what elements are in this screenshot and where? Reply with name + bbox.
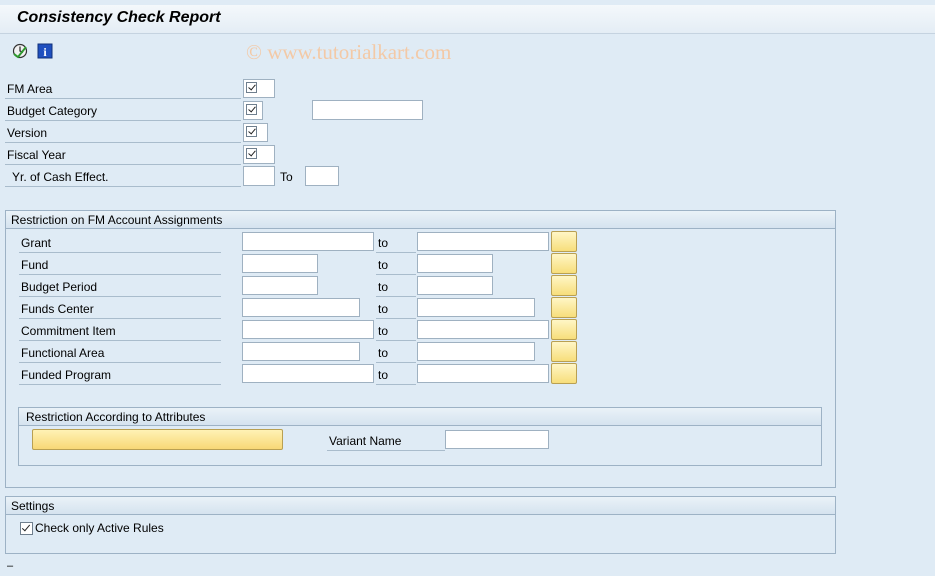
funds-center-multiple-selection-button[interactable] [551, 297, 577, 318]
fund-label: Fund [19, 254, 221, 275]
active-rules-label: Check only Active Rules [35, 521, 164, 535]
commitment-item-to-input[interactable] [417, 320, 549, 339]
funds-center-to-label: to [376, 298, 416, 319]
commitment-item-to-label: to [376, 320, 416, 341]
funded-program-from-input[interactable] [242, 364, 374, 383]
budget-category-label: Budget Category [5, 100, 241, 121]
fund-to-input[interactable] [417, 254, 493, 273]
grant-multiple-selection-button[interactable] [551, 231, 577, 252]
budget-period-from-input[interactable] [242, 276, 318, 295]
grant-from-input[interactable] [242, 232, 374, 251]
funded-program-to-label: to [376, 364, 416, 385]
footer-mark: – [7, 560, 14, 572]
grant-to-label: to [376, 232, 416, 253]
commitment-item-from-input[interactable] [242, 320, 374, 339]
budget-period-to-label: to [376, 276, 416, 297]
attributes-group-heading: Restriction According to Attributes [19, 408, 821, 426]
budget-category-text-field[interactable] [312, 100, 423, 120]
year-cash-effect-label: Yr. of Cash Effect. [5, 166, 241, 187]
functional-area-to-input[interactable] [417, 342, 535, 361]
budget-period-label: Budget Period [19, 276, 221, 297]
funded-program-label: Funded Program [19, 364, 221, 385]
info-icon[interactable]: i [37, 43, 53, 59]
budget-period-to-input[interactable] [417, 276, 493, 295]
funded-program-multiple-selection-button[interactable] [551, 363, 577, 384]
funds-center-label: Funds Center [19, 298, 221, 319]
execute-icon[interactable] [12, 43, 28, 59]
fiscal-year-checkbox[interactable] [243, 145, 275, 164]
functional-area-multiple-selection-button[interactable] [551, 341, 577, 362]
year-cash-effect-from-input[interactable] [243, 166, 275, 186]
fm-area-checkbox[interactable] [243, 79, 275, 98]
year-cash-effect-to-input[interactable] [305, 166, 339, 186]
commitment-item-multiple-selection-button[interactable] [551, 319, 577, 340]
fm-area-label: FM Area [5, 78, 241, 99]
fund-from-input[interactable] [242, 254, 318, 273]
version-label: Version [5, 122, 241, 143]
functional-area-from-input[interactable] [242, 342, 360, 361]
budget-period-multiple-selection-button[interactable] [551, 275, 577, 296]
settings-group-heading: Settings [6, 497, 835, 515]
fund-multiple-selection-button[interactable] [551, 253, 577, 274]
active-rules-checkbox[interactable] [20, 522, 33, 535]
variant-name-label: Variant Name [327, 430, 445, 451]
fiscal-year-label: Fiscal Year [5, 144, 241, 165]
grant-to-input[interactable] [417, 232, 549, 251]
version-checkbox[interactable] [243, 123, 268, 142]
funds-center-from-input[interactable] [242, 298, 360, 317]
commitment-item-label: Commitment Item [19, 320, 221, 341]
funded-program-to-input[interactable] [417, 364, 549, 383]
restriction-group-heading: Restriction on FM Account Assignments [6, 211, 835, 229]
fund-to-label: to [376, 254, 416, 275]
page-title: Consistency Check Report [17, 9, 221, 26]
budget-category-checkbox[interactable] [243, 101, 263, 120]
watermark: © www.tutorialkart.com [246, 40, 452, 64]
functional-area-to-label: to [376, 342, 416, 363]
functional-area-label: Functional Area [19, 342, 221, 363]
grant-label: Grant [19, 232, 221, 253]
attribute-selection-button[interactable] [32, 429, 283, 450]
year-cash-effect-to-label: To [280, 170, 293, 184]
funds-center-to-input[interactable] [417, 298, 535, 317]
application-toolbar [0, 36, 935, 64]
variant-name-input[interactable] [445, 430, 549, 449]
